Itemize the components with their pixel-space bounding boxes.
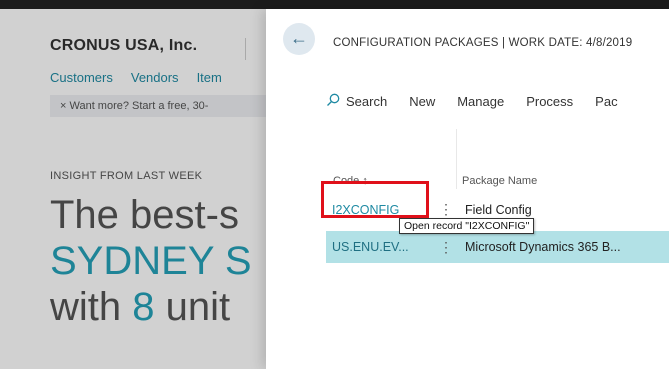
manage-menu[interactable]: Manage [457, 94, 504, 109]
back-arrow-icon: ← [290, 28, 308, 48]
search-button[interactable]: Search [326, 93, 387, 110]
search-label: Search [346, 93, 388, 109]
search-icon [326, 93, 340, 110]
row-package-name[interactable]: Microsoft Dynamics 365 B... [465, 240, 621, 254]
highlight-box [321, 181, 429, 218]
row-code-link[interactable]: US.ENU.EV... [332, 240, 409, 254]
table-row-selected[interactable]: US.ENU.EV... ⋮ Microsoft Dynamics 365 B.… [326, 231, 669, 263]
column-header-package-name[interactable]: Package Name [462, 175, 537, 187]
package-menu[interactable]: Pac [595, 94, 617, 109]
top-bar [0, 0, 669, 9]
row-package-name[interactable]: Field Config [465, 203, 532, 217]
new-button[interactable]: New [409, 94, 435, 109]
process-menu[interactable]: Process [526, 94, 573, 109]
page-title: CONFIGURATION PACKAGES | WORK DATE: 4/8/… [333, 37, 633, 49]
action-bar: Search New Manage Process Pac [326, 90, 640, 112]
row-actions-icon[interactable]: ⋮ [439, 201, 453, 218]
row-actions-icon[interactable]: ⋮ [439, 239, 453, 256]
back-button[interactable]: ← [283, 23, 315, 55]
column-separator [456, 129, 457, 189]
open-record-tooltip: Open record "I2XCONFIG" [399, 218, 535, 234]
